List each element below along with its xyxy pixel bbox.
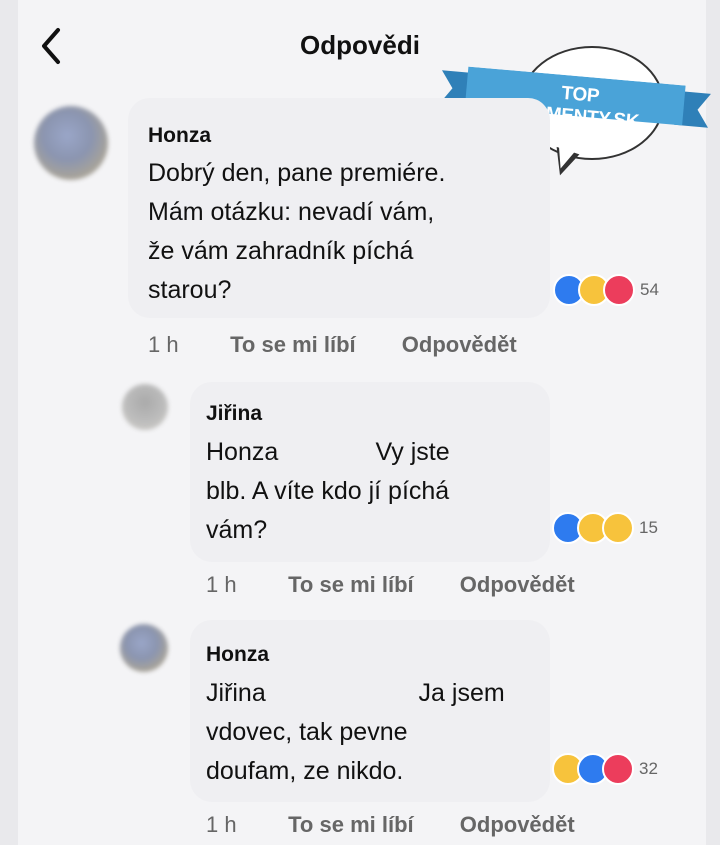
sad-icon — [602, 512, 634, 544]
like-button[interactable]: To se mi líbí — [230, 332, 356, 358]
avatar[interactable] — [122, 384, 168, 430]
comment-author[interactable]: Honza — [206, 643, 269, 667]
comment-line: Dobrý den, pane premiére. — [148, 159, 446, 187]
reaction-summary[interactable]: 32 — [552, 753, 658, 785]
comment-line: vdovec, tak pevne — [206, 718, 408, 746]
comment-time: 1 h — [206, 572, 237, 597]
comment-line: blb. A víte kdo jí píchá — [206, 477, 450, 505]
comment-line: Mám otázku: nevadí vám, — [148, 198, 435, 226]
reply-button[interactable]: Odpovědět — [460, 812, 575, 838]
comment-line: starou? — [148, 276, 232, 304]
reaction-count: 54 — [640, 280, 659, 299]
like-button[interactable]: To se mi líbí — [288, 572, 414, 598]
reaction-summary[interactable]: 15 — [552, 512, 658, 544]
comment-time: 1 h — [206, 812, 237, 837]
comment-actions: 1 h To se mi líbí Odpovědět — [148, 332, 517, 358]
comment-line: doufam, ze nikdo. — [206, 757, 404, 785]
comment-author[interactable]: Jiřina — [206, 402, 262, 426]
comment-line: Honza Vy jste — [206, 438, 450, 466]
love-icon — [603, 274, 635, 306]
reply-button[interactable]: Odpovědět — [460, 572, 575, 598]
avatar[interactable] — [34, 106, 108, 180]
comment-time: 1 h — [148, 332, 179, 357]
reaction-summary[interactable]: 54 — [553, 274, 659, 306]
comment-author[interactable]: Honza — [148, 124, 211, 148]
comment-line: Jiřina Ja jsem — [206, 679, 505, 707]
reply-button[interactable]: Odpovědět — [402, 332, 517, 358]
reaction-count: 15 — [639, 518, 658, 537]
comment-text: Honza Vy jste blb. A víte kdo jí píchá v… — [206, 433, 450, 550]
comment-text: Jiřina Ja jsem vdovec, tak pevne doufam,… — [206, 674, 505, 791]
love-icon — [602, 753, 634, 785]
comment-line: vám? — [206, 516, 268, 544]
comment-text: Dobrý den, pane premiére. Mám otázku: ne… — [148, 154, 445, 310]
like-button[interactable]: To se mi líbí — [288, 812, 414, 838]
comment-line: že vám zahradník píchá — [148, 237, 414, 265]
reaction-count: 32 — [639, 759, 658, 778]
comment-actions: 1 h To se mi líbí Odpovědět — [206, 812, 575, 838]
screen-border-left — [0, 0, 18, 845]
comment-actions: 1 h To se mi líbí Odpovědět — [206, 572, 575, 598]
avatar[interactable] — [120, 624, 168, 672]
